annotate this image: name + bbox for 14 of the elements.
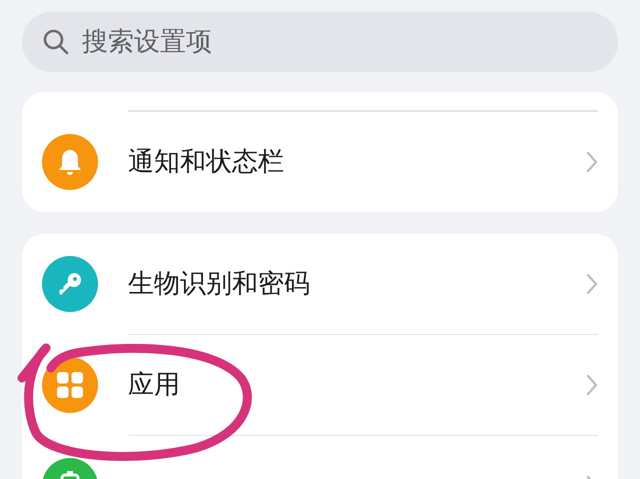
row-label: 应用	[128, 368, 181, 402]
chevron-right-icon	[586, 151, 598, 173]
settings-row[interactable]: 应用	[22, 335, 618, 435]
row-label: 生物识别和密码	[128, 268, 311, 300]
row-label: 通知和状态栏	[128, 146, 285, 178]
search-placeholder: 搜索设置项	[82, 26, 212, 58]
grid-icon	[56, 371, 84, 399]
chevron-right-icon	[586, 273, 598, 295]
search-field[interactable]: 搜索设置项	[22, 12, 618, 72]
settings-row[interactable]: 生物识别和密码	[22, 234, 618, 334]
chevron-right-icon	[586, 374, 598, 396]
settings-row[interactable]: 通知和状态栏	[22, 112, 618, 212]
search-icon	[42, 28, 70, 56]
bell-icon	[57, 148, 83, 176]
